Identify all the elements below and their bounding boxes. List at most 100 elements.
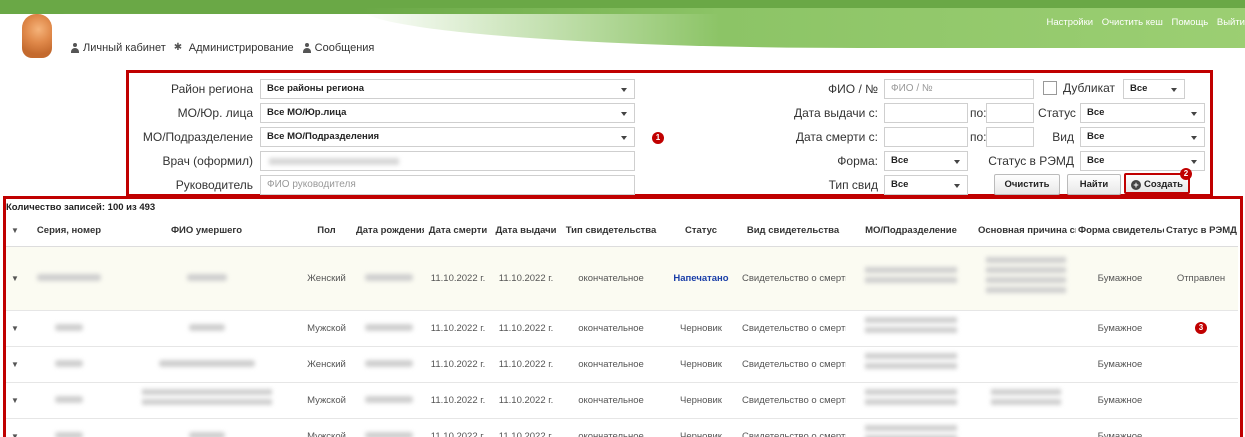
kind-select[interactable]: Все (1080, 127, 1205, 147)
fio-cell (114, 418, 299, 437)
header-wave (360, 8, 1245, 48)
birth-cell (354, 346, 424, 383)
table-row[interactable]: ▼ Мужской 11.10.2022 г. 11.10.2022 г. ок… (6, 310, 1238, 347)
form-cell: Бумажное (1076, 382, 1164, 419)
head-input[interactable]: ФИО руководителя (260, 175, 635, 195)
mo-select[interactable]: Все МО/Юр.лица (260, 103, 635, 123)
table-row[interactable]: ▼ Женский 11.10.2022 г. 11.10.2022 г. ок… (6, 346, 1238, 383)
sex-cell: Мужской (299, 310, 354, 347)
help-link[interactable]: Помощь (1172, 17, 1209, 28)
type-cell: окончательное (560, 418, 662, 437)
remd-cell (1164, 346, 1238, 383)
expand-all-icon[interactable]: ▼ (6, 216, 24, 247)
find-button[interactable]: Найти (1067, 174, 1121, 195)
mo-label: МО/Юр. лица (177, 106, 253, 120)
status-cell: Черновик (662, 382, 740, 419)
remd-cell (1164, 382, 1238, 419)
nav-label: Администрирование (188, 42, 294, 54)
table-row[interactable]: ▼ Мужской 11.10.2022 г. 11.10.2022 г. ок… (6, 418, 1238, 437)
remd-cell: 3 (1164, 310, 1238, 347)
form-cell: Бумажное (1076, 246, 1164, 311)
series-cell (24, 346, 114, 383)
death-cell: 11.10.2022 г. (424, 382, 492, 419)
type-cell: окончательное (560, 246, 662, 311)
nav-administration[interactable]: ✱ Администрирование (174, 42, 294, 54)
expand-row-icon[interactable]: ▼ (6, 310, 24, 347)
col-main-cause[interactable]: Основная причина смерти (976, 216, 1076, 247)
form-select[interactable]: Все (884, 151, 968, 171)
kind-cell: Свидетельство о смерти (740, 346, 846, 383)
birth-cell (354, 418, 424, 437)
nav-personal-cabinet[interactable]: Личный кабинет (70, 42, 166, 54)
col-series-number[interactable]: Серия, номер (24, 216, 114, 247)
status-cell: Черновик (662, 418, 740, 437)
issue-cell: 11.10.2022 г. (492, 382, 560, 419)
type-select[interactable]: Все (884, 175, 968, 195)
nav-label: Сообщения (314, 42, 375, 54)
col-status[interactable]: Статус (662, 216, 740, 247)
logout-link[interactable]: Выйти (1217, 17, 1245, 28)
plus-icon: + (1130, 180, 1141, 190)
kind-cell: Свидетельство о смерти (740, 310, 846, 347)
col-fio[interactable]: ФИО умершего (114, 216, 299, 247)
remd-label: Статус в РЭМД (988, 154, 1074, 168)
expand-row-icon[interactable]: ▼ (6, 382, 24, 419)
table-row[interactable]: ▼ Женский 11.10.2022 г. 11.10.2022 г. ок… (6, 246, 1238, 311)
doctor-input[interactable] (260, 151, 635, 171)
fio-input[interactable]: ФИО / № (884, 79, 1034, 99)
issue-from-label: Дата выдачи с: (794, 106, 878, 120)
form-cell: Бумажное (1076, 418, 1164, 437)
nav-messages[interactable]: Сообщения (302, 42, 375, 54)
expand-row-icon[interactable]: ▼ (6, 418, 24, 437)
kind-label: Вид (1052, 130, 1074, 144)
sex-cell: Женский (299, 246, 354, 311)
col-cert-form[interactable]: Форма свидетельства (1076, 216, 1164, 247)
head-label: Руководитель (175, 178, 253, 192)
expand-row-icon[interactable]: ▼ (6, 346, 24, 383)
user-icon (70, 43, 80, 53)
settings-link[interactable]: Настройки (1046, 17, 1093, 28)
app-title-blurred (62, 16, 182, 26)
col-issue-date[interactable]: Дата выдачи (492, 216, 560, 247)
duplicate-checkbox[interactable] (1043, 81, 1057, 95)
form-cell: Бумажное (1076, 346, 1164, 383)
subdivision-select[interactable]: Все МО/Подразделения (260, 127, 635, 147)
death-cell: 11.10.2022 г. (424, 310, 492, 347)
clear-button[interactable]: Очистить (994, 174, 1060, 195)
table-row[interactable]: ▼ Мужской 11.10.2022 г. 11.10.2022 г. ок… (6, 382, 1238, 419)
col-remd-status[interactable]: Статус в РЭМД (1164, 216, 1238, 247)
col-sex[interactable]: Пол (299, 216, 354, 247)
series-cell (24, 246, 114, 311)
col-death-date[interactable]: Дата смерти (424, 216, 492, 247)
col-birth-date[interactable]: Дата рождения (354, 216, 424, 247)
status-cell: Напечатано (662, 246, 740, 311)
birth-cell (354, 310, 424, 347)
death-from-label: Дата смерти с: (795, 130, 878, 144)
col-cert-type[interactable]: Тип свидетельства (560, 216, 662, 247)
col-subdivision[interactable]: МО/Подразделение (846, 216, 976, 247)
col-cert-kind[interactable]: Вид свидетельства (740, 216, 846, 247)
duplicate-select[interactable]: Все (1123, 79, 1185, 99)
death-from-input[interactable] (884, 127, 968, 147)
main-nav: Личный кабинет ✱ Администрирование Сообщ… (70, 42, 374, 54)
duplicate-label: Дубликат (1063, 81, 1115, 95)
region-select[interactable]: Все районы региона (260, 79, 635, 99)
issue-from-input[interactable] (884, 103, 968, 123)
subdivision-label: МО/Подразделение (142, 130, 253, 144)
status-cell: Черновик (662, 346, 740, 383)
form-cell: Бумажное (1076, 310, 1164, 347)
region-label: Район региона (170, 82, 253, 96)
clear-cache-link[interactable]: Очистить кеш (1102, 17, 1163, 28)
issue-to-input[interactable] (986, 103, 1034, 123)
annotation-badge-2: 2 (1180, 168, 1192, 180)
cause-cell (976, 310, 1076, 347)
expand-row-icon[interactable]: ▼ (6, 246, 24, 311)
issue-cell: 11.10.2022 г. (492, 418, 560, 437)
sex-cell: Мужской (299, 418, 354, 437)
status-cell: Черновик (662, 310, 740, 347)
user-icon (302, 43, 312, 53)
issue-cell: 11.10.2022 г. (492, 346, 560, 383)
status-select[interactable]: Все (1080, 103, 1205, 123)
create-label: Создать (1143, 179, 1184, 190)
death-to-input[interactable] (986, 127, 1034, 147)
